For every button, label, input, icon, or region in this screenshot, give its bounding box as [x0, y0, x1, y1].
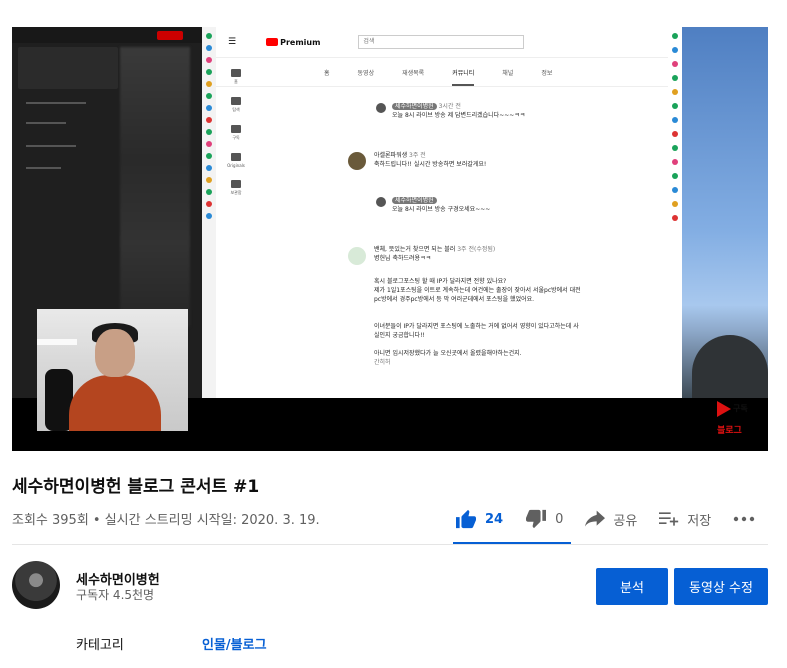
share-icon — [585, 510, 606, 528]
video-actions: 24 0 공유 저장 — [455, 504, 755, 534]
share-label: 공유 — [613, 513, 638, 529]
live-indicator — [157, 31, 183, 40]
webcam-overlay — [37, 309, 188, 431]
extension-sidebar-right — [668, 27, 682, 398]
category-link[interactable]: 인물/블로그 — [202, 634, 267, 653]
yt-masthead: ☰ Premium 검색 — [216, 27, 682, 58]
comment-line: 제가 1일1포스팅을 이트로 계속하는데 여건에는 출장이 잦아서 서울pc방에… — [374, 287, 581, 294]
like-count: 24 — [485, 511, 504, 527]
category-label: 카테고리 — [76, 638, 124, 653]
screen-capture-browser: ☰ Premium 검색 홈 탐색 구독 Originals 보관함 홈 동영상… — [216, 27, 682, 398]
yt-tab: 홈 — [324, 70, 330, 77]
comment-line: 혹시 블로그포스팅 할 때 IP가 달라지면 전향 있나요? — [374, 278, 507, 285]
comment-author: 아셀론파워생 — [374, 152, 408, 159]
yt-tab: 재생목록 — [402, 70, 425, 77]
comment-line: 아니면 임시저장했다가 늘 오신곳에서 올렸을해야하는건지. — [374, 350, 522, 357]
edit-video-button[interactable]: 동영상 수정 — [674, 568, 768, 605]
divider — [12, 544, 768, 545]
yt-left-nav: 홈 탐색 구독 Originals 보관함 — [216, 57, 256, 398]
comment-time: 3주 전(수정됨) — [457, 246, 496, 253]
video-meta: 조회수 395회 • 실시간 스트리밍 시작일: 2020. 3. 19. — [12, 513, 320, 528]
channel-avatar[interactable] — [12, 561, 60, 609]
comment: 세수하면이병헌 3시간 전 오늘 8시 라이브 방송 제 답변드리겠습니다~~~… — [392, 102, 525, 120]
like-button[interactable]: 24 — [455, 509, 503, 529]
studio-line — [26, 145, 76, 147]
comment-author: 밴체, 뜻있는거 찾으면 되는 블러 — [374, 246, 456, 253]
extension-sidebar — [202, 27, 216, 398]
comment-line: 실인지 궁금합니다!! — [374, 332, 425, 339]
comment-time: 3주 전 — [409, 152, 426, 159]
yt-tab: 정보 — [541, 70, 553, 77]
video-title: 세수하면이병헌 블로그 콘서트 #1 — [12, 477, 260, 497]
comment-text: 오늘 8시 라이브 방송 구경오세요~~~ — [392, 206, 491, 213]
yt-nav-label: Originals — [227, 163, 245, 168]
comment-avatar — [348, 247, 366, 265]
subscribe-watermark[interactable]: 구독 블로그 — [717, 401, 755, 439]
comment-text: 병헌님 축하드려용ㅋㅋ — [374, 255, 432, 262]
play-icon — [717, 401, 731, 417]
comment-author: 세수하면이병헌 — [392, 197, 437, 204]
yt-tab-active: 커뮤니티 — [452, 68, 475, 86]
dislike-count: 0 — [555, 511, 564, 527]
comment-text: 축하드립니다!! 실시간 방송하면 보러갈게요! — [374, 161, 487, 168]
subscribe-watermark-label: 구독 — [733, 404, 748, 413]
home-icon — [231, 69, 241, 77]
subscriber-count: 구독자 4.5천명 — [76, 588, 155, 602]
comment-line: 간히허 — [374, 359, 391, 366]
comment: 아셀론파워생 3주 전 축하드립니다!! 실시간 방송하면 보러갈게요! — [374, 151, 486, 169]
yt-channel-tabs: 홈 동영상 재생목록 커뮤니티 채널 정보 — [216, 58, 682, 87]
originals-icon — [231, 153, 241, 161]
dislike-button[interactable]: 0 — [525, 509, 563, 529]
blurred-chat-area — [120, 47, 190, 327]
playlist-add-icon — [659, 510, 679, 528]
video-player[interactable]: ☰ Premium 검색 홈 탐색 구독 Originals 보관함 홈 동영상… — [12, 27, 768, 451]
explore-icon — [231, 97, 241, 105]
yt-nav-label: 구독 — [232, 135, 240, 140]
video-watch-page: ☰ Premium 검색 홈 탐색 구독 Originals 보관함 홈 동영상… — [0, 0, 787, 668]
comment-line: 이녀분들이 IP가 달라지면 포스팅에 노출하는 거에 없어서 영향이 있다고하… — [374, 323, 579, 330]
comment-text: 오늘 8시 라이브 방송 제 답변드리겠습니다~~~ㅋㅋ — [392, 112, 526, 119]
yt-nav-label: 탐색 — [232, 107, 240, 112]
yt-tab: 채널 — [502, 70, 514, 77]
studio-info-panel — [18, 47, 118, 89]
menu-icon: ☰ — [228, 37, 237, 47]
long-comment: 혹시 블로그포스팅 할 때 IP가 달라지면 전향 있나요? 제가 1일1포스팅… — [374, 277, 674, 367]
save-button[interactable]: 저장 — [659, 510, 711, 529]
thumbs-up-icon — [455, 509, 477, 529]
yt-search-box: 검색 — [358, 35, 525, 49]
subscriptions-icon — [231, 125, 241, 133]
yt-logo-text: Premium — [280, 37, 321, 47]
comment-avatar — [376, 197, 386, 207]
studio-line — [26, 122, 66, 124]
more-horizontal-icon — [733, 516, 755, 522]
comment: 세수하면이병헌 오늘 8시 라이브 방송 구경오세요~~~ — [392, 196, 490, 214]
yt-logo: Premium — [266, 38, 320, 47]
yt-nav-label: 보관함 — [230, 190, 242, 195]
comment: 밴체, 뜻있는거 찾으면 되는 블러 3주 전(수정됨) 병헌님 축하드려용ㅋㅋ — [374, 245, 495, 263]
analytics-button[interactable]: 분석 — [596, 568, 668, 605]
studio-line — [26, 102, 86, 104]
comment-line: pc방에서 경주pc방에서 등 막 여러군데에서 포스팅을 했었어요. — [374, 296, 535, 303]
studio-line — [26, 167, 61, 169]
thumbs-down-icon — [525, 509, 547, 529]
comment-avatar — [376, 103, 386, 113]
yt-tab: 동영상 — [357, 70, 375, 77]
save-label: 저장 — [687, 513, 712, 529]
comment-avatar — [348, 152, 366, 170]
comment-author: 세수하면이병헌 — [392, 103, 437, 110]
comment-time: 3시간 전 — [438, 103, 461, 110]
share-button[interactable]: 공유 — [585, 510, 637, 529]
subscribe-watermark-sub: 블로그 — [717, 426, 742, 436]
library-icon — [231, 180, 241, 188]
yt-nav-label: 홈 — [234, 79, 238, 84]
more-actions-button[interactable] — [733, 516, 755, 522]
